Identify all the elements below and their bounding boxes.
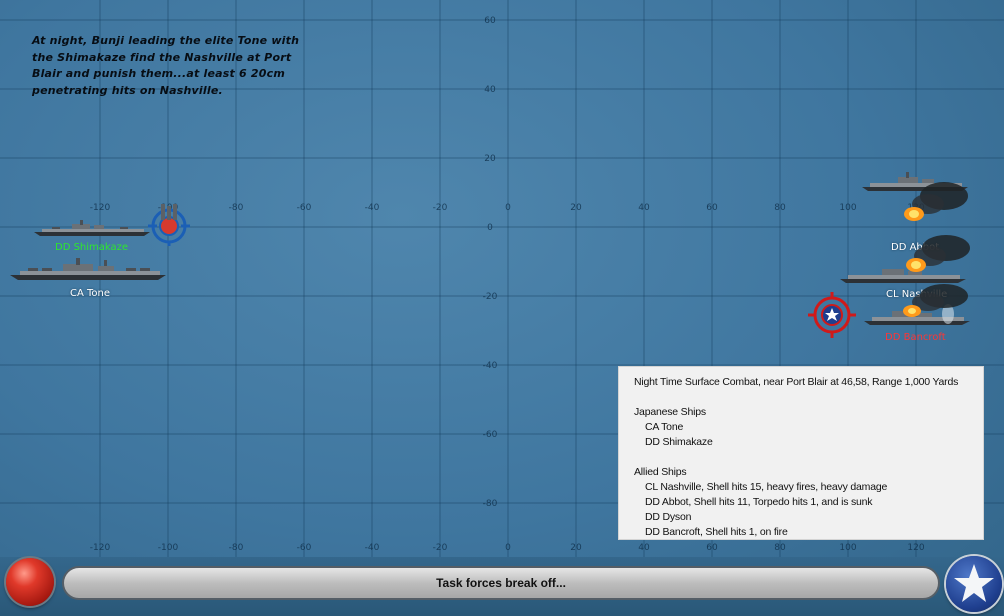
report-allied-ship: DD Bancroft, Shell hits 1, on fire: [645, 526, 788, 538]
combat-report-panel: Night Time Surface Combat, near Port Bla…: [618, 366, 984, 540]
report-title: Night Time Surface Combat, near Port Bla…: [634, 376, 959, 388]
x-tick-label: -40: [365, 203, 380, 213]
allied-target-reticle-icon[interactable]: [808, 292, 856, 338]
red-button[interactable]: [6, 558, 54, 606]
x-tick-label: 120: [907, 543, 924, 553]
x-tick-label: 40: [638, 203, 650, 213]
x-tick-label: 60: [706, 543, 718, 553]
report-allied-ship: DD Abbot, Shell hits 11, Torpedo hits 1,…: [645, 496, 873, 508]
ship-tone-sprite[interactable]: [8, 258, 168, 282]
star-icon: [954, 564, 994, 602]
x-tick-label: -60: [297, 543, 312, 553]
ship-label-bancroft: DD Bancroft: [885, 332, 946, 343]
x-tick-label: -20: [433, 203, 448, 213]
allied-star-icon[interactable]: [946, 556, 1002, 612]
narration-text: At night, Bunji leading the elite Tone w…: [32, 34, 300, 97]
y-tick-label: 60: [484, 16, 496, 26]
fire-smoke-icon: [904, 182, 968, 221]
y-tick-label: 40: [484, 85, 496, 95]
report-japanese-header: Japanese Ships: [634, 406, 706, 418]
y-tick-label: -20: [483, 292, 498, 302]
ship-label-tone: CA Tone: [70, 288, 111, 299]
japanese-target-reticle-icon[interactable]: [148, 204, 190, 246]
x-tick-label: 80: [774, 543, 786, 553]
report-japanese-ship: DD Shimakaze: [645, 436, 713, 448]
x-tick-label: 100: [839, 203, 856, 213]
report-allied-header: Allied Ships: [634, 466, 687, 478]
y-tick-label: 20: [484, 154, 496, 164]
status-text: Task forces break off...: [436, 576, 566, 590]
x-tick-label: 0: [505, 543, 511, 553]
report-japanese-ship: CA Tone: [645, 421, 684, 433]
fire-smoke-icon: [906, 235, 970, 272]
x-tick-label: 20: [570, 543, 582, 553]
x-tick-label: -100: [158, 543, 179, 553]
x-tick-label: -40: [365, 543, 380, 553]
report-allied-ship: CL Nashville, Shell hits 15, heavy fires…: [645, 481, 888, 493]
y-tick-label: -80: [483, 499, 498, 509]
x-tick-label: 100: [839, 543, 856, 553]
x-tick-label: -120: [90, 203, 111, 213]
x-tick-label: 60: [706, 203, 718, 213]
y-tick-label: -60: [483, 430, 498, 440]
fire-smoke-icon: [903, 284, 968, 317]
x-tick-label: -20: [433, 543, 448, 553]
x-tick-label: 80: [774, 203, 786, 213]
y-tick-label: -40: [483, 361, 498, 371]
ship-label-shimakaze: DD Shimakaze: [55, 242, 129, 253]
status-bar: Task forces break off...: [62, 566, 940, 600]
x-tick-label: -60: [297, 203, 312, 213]
x-tick-label: -80: [229, 543, 244, 553]
x-tick-label: 0: [505, 203, 511, 213]
y-tick-label: 0: [487, 223, 493, 233]
x-tick-label: -120: [90, 543, 111, 553]
x-tick-label: -80: [229, 203, 244, 213]
ship-shimakaze-sprite[interactable]: [32, 218, 152, 238]
report-allied-ship: DD Dyson: [645, 511, 692, 523]
x-tick-label: 40: [638, 543, 650, 553]
x-tick-label: 20: [570, 203, 582, 213]
